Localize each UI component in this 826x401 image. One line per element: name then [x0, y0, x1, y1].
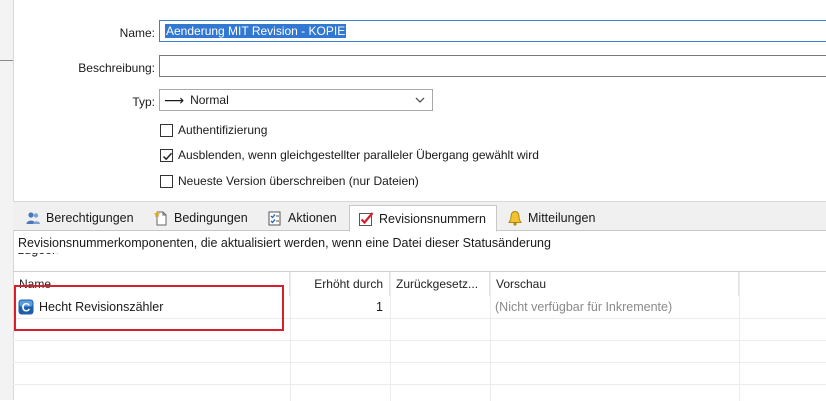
panel-description-cut-text: zugeordnet: [18, 253, 58, 257]
tab-notifications[interactable]: Mitteilungen: [499, 206, 595, 230]
overwrite-latest-checkbox[interactable]: [160, 174, 173, 188]
checkbox-row-overwrite[interactable]: Neueste Version überschreiben (nur Datei…: [160, 174, 419, 188]
hide-parallel-checkbox[interactable]: [160, 148, 173, 162]
bell-icon: [508, 210, 522, 226]
checkbox-row-auth[interactable]: Authentifizierung: [160, 123, 267, 137]
panel-description: Revisionsnummerkomponenten, die aktualis…: [18, 236, 551, 250]
checkbox-row-hide[interactable]: Ausblenden, wenn gleichgestellter parall…: [160, 148, 539, 162]
tab-actions-label: Aktionen: [288, 211, 337, 225]
name-input-value: Aenderung MIT Revision - KOPIE: [165, 24, 347, 38]
annotation-highlight-box: [14, 285, 284, 331]
grid-line: [739, 272, 740, 401]
arrow-right-icon: ⟶: [164, 91, 185, 108]
tab-actions[interactable]: Aktionen: [259, 206, 337, 230]
tab-permissions[interactable]: Berechtigungen: [17, 206, 134, 230]
authentication-label: Authentifizierung: [178, 123, 268, 137]
document-star-icon: [153, 211, 167, 226]
authentication-checkbox[interactable]: [160, 123, 173, 137]
overwrite-latest-label: Neueste Version überschreiben (nur Datei…: [178, 174, 419, 188]
grid-line: [290, 272, 291, 401]
checklist-icon: [268, 211, 281, 226]
column-header-reset[interactable]: Zurückgesetz...: [390, 272, 490, 296]
grid-line: [390, 272, 391, 401]
chevron-down-icon: [415, 97, 425, 103]
type-label: Typ:: [132, 95, 155, 109]
column-header-increment[interactable]: Erhöht durch: [290, 272, 390, 296]
description-input[interactable]: [159, 55, 826, 77]
tab-conditions[interactable]: Bedingungen: [145, 206, 248, 230]
type-select-value: Normal: [190, 93, 229, 107]
column-header-preview[interactable]: Vorschau: [490, 272, 739, 296]
row-divider: [13, 362, 826, 363]
row-divider: [13, 384, 826, 385]
description-label: Beschreibung:: [78, 61, 155, 75]
checkmark-icon: [162, 152, 173, 160]
tab-revision-numbers-label: Revisionsnummern: [379, 211, 486, 226]
grid-line: [490, 272, 491, 401]
row-increment: 1: [376, 300, 383, 314]
people-icon: [26, 212, 40, 224]
left-panel-edge: [0, 0, 14, 400]
type-select[interactable]: ⟶ Normal: [159, 89, 433, 111]
tab-bar: Berechtigungen Bedingungen Aktionen Revi…: [13, 201, 826, 232]
red-check-icon: [359, 211, 374, 226]
row-divider: [13, 340, 826, 341]
hide-parallel-label: Ausblenden, wenn gleichgestellter parall…: [178, 148, 539, 162]
row-preview: (Nicht verfügbar für Inkremente): [495, 300, 673, 314]
tab-revision-numbers[interactable]: Revisionsnummern: [349, 205, 497, 232]
tab-conditions-label: Bedingungen: [174, 211, 248, 225]
panel-description-cut: zugeordnet: [18, 253, 58, 257]
name-label: Name:: [119, 26, 155, 40]
tab-permissions-label: Berechtigungen: [46, 211, 134, 225]
name-input[interactable]: Aenderung MIT Revision - KOPIE: [159, 20, 826, 42]
tab-notifications-label: Mitteilungen: [528, 211, 596, 225]
